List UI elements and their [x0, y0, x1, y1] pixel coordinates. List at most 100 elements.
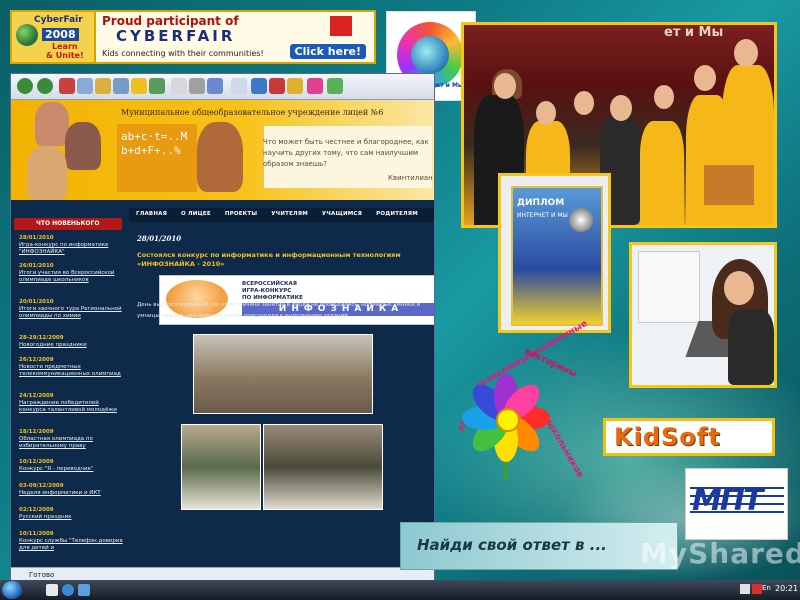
browser-window: ab+c·t=..M b+d+F+..% Муниципальное общео… [10, 73, 435, 585]
home-icon[interactable] [95, 78, 111, 94]
news-item[interactable]: 26/12/2009 Новости предметных телекоммуни… [19, 356, 125, 378]
nav-home[interactable]: ГЛАВНАЯ [129, 208, 174, 222]
nav-students[interactable]: УЧАЩИМСЯ [315, 208, 369, 222]
banner-caption: ВСЕРОССИЙСКАЯ ИГРА-КОНКУРС ПО ИНФОРМАТИК… [242, 281, 303, 301]
news-sidebar: 28/01/2010 Игра-конкурс по информатике "И… [11, 232, 126, 568]
cyberfair-headline: Proud participant of [102, 14, 239, 28]
classroom-photo [181, 424, 261, 510]
cyberfair-click-button[interactable]: Click here! [289, 44, 366, 59]
find-answer-banner[interactable]: Найди свой ответ в ... [400, 522, 678, 570]
site-nav: ГЛАВНАЯ О ЛИЦЕЕ ПРОЕКТЫ УЧИТЕЛЯМ УЧАЩИМС… [129, 208, 434, 222]
site-title: Муниципальное общеобразовательное учрежд… [121, 108, 384, 117]
cyberfair-banner[interactable]: CyberFair 2008 Learn & Unite! Proud parti… [10, 10, 376, 64]
flower-text-bottom: школьников [543, 418, 585, 480]
page-icon[interactable] [231, 78, 247, 94]
news-heading: ЧТО НОВЕНЬКОГО [14, 218, 122, 230]
cyberfair-logo-sub: Learn & Unite! [46, 42, 84, 60]
cyberfair-logo-title: CyberFair [34, 15, 83, 25]
globe-icon [411, 36, 449, 74]
stop-icon[interactable] [59, 78, 75, 94]
news-item[interactable]: 18/12/2009 Областная олимпиада по избират… [19, 428, 125, 450]
desktop-icon[interactable] [78, 584, 90, 596]
globe-icon [16, 24, 38, 46]
web-page: ab+c·t=..M b+d+F+..% Муниципальное общео… [11, 100, 434, 568]
news-item[interactable]: 24/12/2009 Награждение победителей конкур… [19, 392, 125, 414]
myshared-watermark: MyShared [640, 537, 800, 570]
cyberfair-tagline: Kids connecting with their communities! [102, 49, 264, 58]
teacher-photo [27, 146, 67, 200]
news-item[interactable]: 02/12/2009 Русский праздник [19, 506, 125, 521]
word-icon[interactable] [251, 78, 267, 94]
monitor-image [638, 251, 700, 323]
teacher-photo [35, 102, 69, 146]
nav-projects[interactable]: ПРОЕКТЫ [218, 208, 264, 222]
ie-icon[interactable] [62, 584, 74, 596]
classroom-photo [263, 424, 383, 510]
article: 28/01/2010 Состоялся конкурс по информат… [129, 228, 434, 568]
flower-text-right: викторины [522, 346, 579, 380]
classroom-photo [193, 334, 373, 414]
edit-icon[interactable] [207, 78, 223, 94]
cyberfair-logo: CyberFair 2008 Learn & Unite! [12, 12, 96, 62]
kidsoft-logo[interactable]: KidSoft [603, 418, 775, 456]
diploma-title: ДИПЛОМ [517, 198, 565, 208]
student-photo [197, 122, 243, 192]
refresh-icon[interactable] [77, 78, 93, 94]
extension-icon[interactable] [327, 78, 343, 94]
news-item[interactable]: 28/01/2010 Игра-конкурс по информатике "И… [19, 234, 125, 256]
mpt-label: МПТ [692, 483, 763, 518]
status-text: Готово [29, 571, 55, 579]
back-icon[interactable] [17, 78, 33, 94]
chalkboard-image: ab+c·t=..M b+d+F+..% [117, 124, 197, 192]
telecom-quiz-logo: телекоммуникационные викторины для школь… [452, 319, 600, 498]
site-quote: Что может быть честнее и благороднее, ка… [263, 138, 429, 168]
history-icon[interactable] [149, 78, 165, 94]
nav-teachers[interactable]: УЧИТЕЛЯМ [264, 208, 315, 222]
cyberfair-logo-year: 2008 [42, 28, 79, 41]
nav-about[interactable]: О ЛИЦЕЕ [174, 208, 218, 222]
medal-icon [569, 208, 593, 232]
taskbar: En 20:21 [0, 580, 800, 600]
nav-parents[interactable]: РОДИТЕЛЯМ [369, 208, 425, 222]
clock[interactable]: 20:21 [775, 584, 798, 593]
flower-center [496, 408, 520, 432]
diploma-photo: ДИПЛОМ ИНТЕРНЕТ И МЫ [498, 173, 611, 333]
tray-icon[interactable] [740, 584, 750, 594]
mail-icon[interactable] [171, 78, 187, 94]
banner-wall-text: ет и Мы [664, 25, 724, 40]
quote-author: Квинтилиан [388, 174, 433, 182]
news-item[interactable]: 10/11/2009 Конкурс службы "Телефон довери… [19, 530, 125, 552]
box-image [704, 165, 754, 205]
diploma-image: ДИПЛОМ ИНТЕРНЕТ И МЫ [511, 186, 603, 326]
news-item[interactable]: 26/01/2010 Итоги участия во Всероссийской… [19, 262, 125, 284]
chalkboard-text: ab+c·t=..M b+d+F+..% [121, 130, 188, 157]
diploma-subtitle: ИНТЕРНЕТ И МЫ [517, 212, 568, 219]
browser-toolbar [11, 74, 434, 100]
article-text: День выдался морозный, по этой причине з… [137, 302, 421, 319]
news-item[interactable]: 10/12/2009 Конкурс "Я - переводчик" [19, 458, 125, 473]
folder-icon[interactable] [287, 78, 303, 94]
cyberfair-brand: CYBERFAIR [116, 27, 236, 45]
search-icon[interactable] [113, 78, 129, 94]
mpt-logo[interactable]: МПТ [685, 468, 788, 540]
print-icon[interactable] [189, 78, 205, 94]
language-indicator[interactable]: En [762, 584, 771, 592]
tray-icon[interactable] [752, 584, 762, 594]
tools-icon[interactable] [269, 78, 285, 94]
article-title: Состоялся конкурс по информатике и инфор… [137, 251, 401, 268]
cyberfair-text: Proud participant of CYBERFAIR Kids conn… [96, 12, 374, 62]
news-item[interactable]: 20/01/2010 Итоги заочного тура Региональн… [19, 298, 125, 320]
forward-icon[interactable] [37, 78, 53, 94]
student-laptop-photo [629, 242, 777, 388]
kidsoft-label: KidSoft [614, 423, 721, 451]
site-header: ab+c·t=..M b+d+F+..% Муниципальное общео… [11, 100, 434, 200]
article-date: 28/01/2010 [137, 234, 182, 243]
news-item[interactable]: 28-29/12/2009 Новогодние праздники [19, 334, 125, 349]
find-answer-label: Найди свой ответ в ... [417, 536, 607, 554]
teacher-photo [65, 122, 101, 170]
messenger-icon[interactable] [307, 78, 323, 94]
news-item[interactable]: 03-09/12/2009 Неделя информатики и ИКТ [19, 482, 125, 497]
favorites-icon[interactable] [131, 78, 147, 94]
quicklaunch-icon[interactable] [46, 584, 58, 596]
start-button[interactable] [2, 581, 22, 599]
